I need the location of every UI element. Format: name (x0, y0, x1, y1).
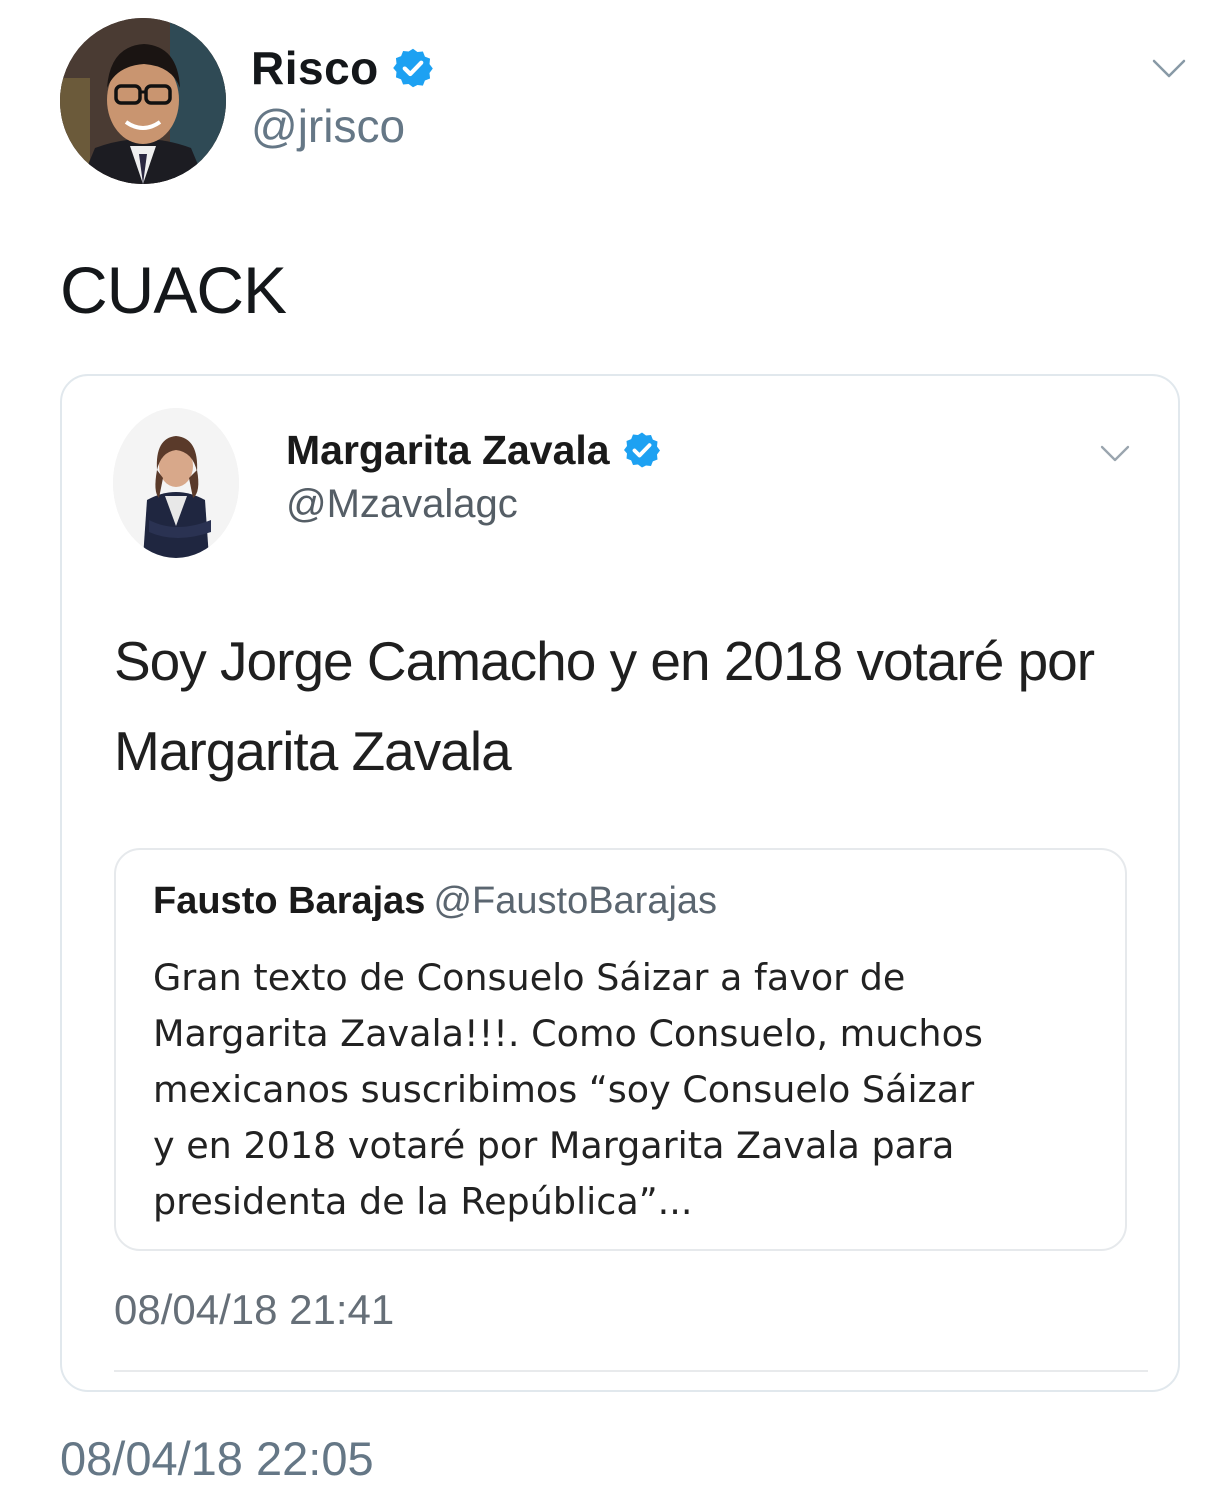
inner-quote-author-name[interactable]: Fausto Barajas (153, 880, 425, 922)
quoted-tweet-timestamp[interactable]: 08/04/18 21:41 (114, 1286, 394, 1334)
divider (114, 1370, 1148, 1372)
quoted-author-handle[interactable]: @Mzavalagc (286, 482, 518, 527)
inner-quote-header: Fausto Barajas @FaustoBarajas (153, 880, 717, 923)
author-handle[interactable]: @jrisco (251, 99, 405, 153)
quoted-author-avatar[interactable] (113, 408, 239, 558)
author-name-row[interactable]: Risco (251, 40, 435, 96)
author-name[interactable]: Risco (251, 41, 379, 95)
inner-quote-author-handle[interactable]: @FaustoBarajas (433, 880, 717, 922)
author-avatar[interactable] (60, 18, 226, 184)
verified-badge-icon (391, 46, 435, 90)
tweet-text: CUACK (60, 253, 287, 327)
chevron-down-icon[interactable] (1152, 58, 1186, 80)
quoted-tweet-text: Soy Jorge Camacho y en 2018 votaré por M… (114, 630, 1095, 782)
chevron-down-icon[interactable] (1100, 444, 1130, 464)
tweet-timestamp[interactable]: 08/04/18 22:05 (60, 1431, 374, 1486)
inner-quote-text: Gran texto de Consuelo Sáizar a favor de… (153, 956, 983, 1223)
quoted-author-name[interactable]: Margarita Zavala (286, 427, 610, 474)
verified-badge-icon (622, 430, 662, 470)
quoted-author-name-row[interactable]: Margarita Zavala (286, 424, 662, 476)
